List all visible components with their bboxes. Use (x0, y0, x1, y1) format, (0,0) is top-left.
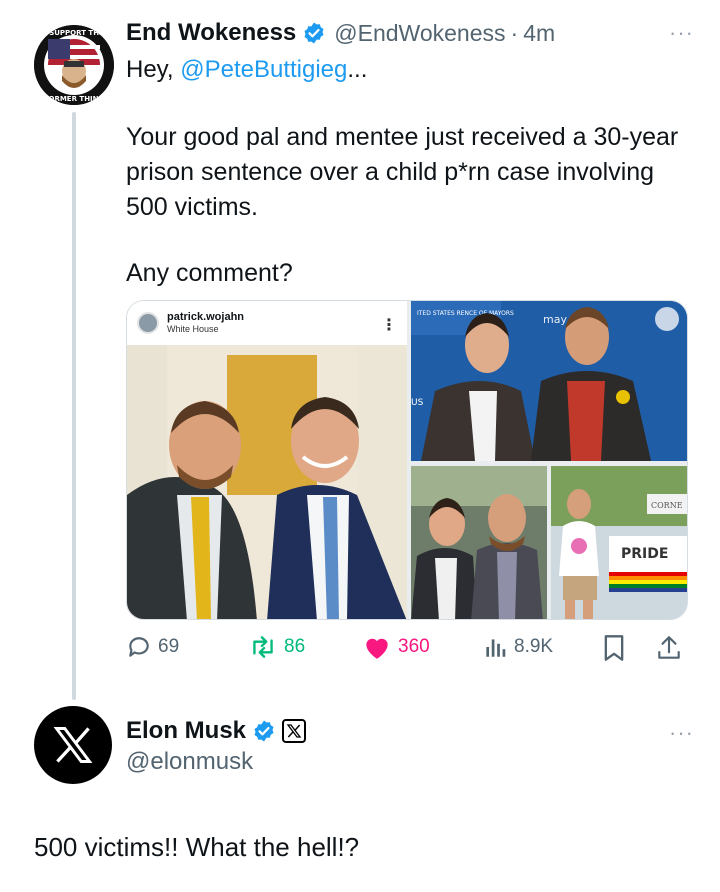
author-name[interactable]: End Wokeness (126, 19, 296, 47)
like-count: 360 (398, 636, 430, 657)
retweet-action[interactable]: 86 (248, 634, 305, 660)
banner-side-text: US (411, 398, 424, 408)
media-photo-bottom-right[interactable]: CORNE PRIDE (551, 466, 687, 619)
author-handle[interactable]: @EndWokeness (334, 20, 505, 47)
greeting-prefix: Hey, (126, 56, 181, 83)
photo-mayors-conference: ITED STATES RENCE OF MAYORS may US (411, 301, 687, 461)
reply-author-avatar[interactable] (34, 706, 112, 784)
tweet-actions: 69 86 360 8.9K (126, 634, 688, 666)
instagram-avatar (137, 312, 159, 334)
corner-sign-text: CORNE (651, 501, 683, 510)
verified-badge-icon[interactable] (252, 719, 276, 743)
tweet-time[interactable]: 4m (523, 20, 555, 47)
heart-icon (366, 638, 388, 659)
reply-icon (129, 637, 149, 657)
retweet-icon (253, 636, 273, 658)
verified-badge-icon[interactable] (302, 21, 326, 45)
x-logo-icon (53, 727, 93, 763)
avatar-text-top: I SUPPORT THE (44, 29, 104, 37)
tweet-header: End Wokeness @EndWokeness · 4m (126, 16, 555, 50)
affiliate-x-badge-icon[interactable] (282, 719, 307, 743)
reply-header: Elon Musk (126, 714, 307, 748)
instagram-location: White House (167, 324, 219, 334)
banner-text: ITED STATES RENCE OF MAYORS (417, 310, 514, 317)
reply-body: 500 victims!! What the hell!? (34, 832, 360, 862)
tweet-question: Any comment? (126, 259, 293, 287)
bookmark-action[interactable] (602, 634, 632, 662)
author-avatar[interactable]: I SUPPORT THE FORMER THING (34, 25, 114, 105)
reply-more-options-icon[interactable]: ··· (669, 720, 694, 746)
bookmark-icon (604, 635, 624, 661)
instagram-post-header: patrick.wojahn White House (127, 301, 407, 345)
instagram-more-icon: ⋮ (381, 317, 397, 334)
tweet-greeting: Hey, @PeteButtigieg... (126, 56, 367, 84)
more-options-icon[interactable]: ··· (669, 20, 694, 46)
media-photo-top-right[interactable]: ITED STATES RENCE OF MAYORS may US (411, 301, 687, 461)
views-action[interactable]: 8.9K (482, 634, 553, 660)
tweet-body: Your good pal and mentee just received a… (126, 123, 679, 221)
header-separator: · (510, 19, 519, 46)
like-action[interactable]: 360 (362, 634, 430, 660)
reply-author-handle[interactable]: @elonmusk (126, 748, 253, 776)
share-action[interactable] (656, 634, 688, 662)
avatar-image: I SUPPORT THE FORMER THING (34, 25, 114, 105)
media-photo-main[interactable]: patrick.wojahn White House ⋮ (127, 301, 407, 619)
photo-two-men-white-house (127, 345, 407, 619)
media-photo-bottom-left[interactable] (411, 466, 547, 619)
share-icon (658, 636, 680, 659)
mention-link[interactable]: @PeteButtigieg (180, 56, 347, 83)
tweet-media-grid[interactable]: patrick.wojahn White House ⋮ ITED STATES… (126, 300, 688, 620)
avatar-text-bottom: FORMER THING (44, 95, 105, 103)
thread-connector-line (72, 112, 76, 700)
reply-action[interactable]: 69 (126, 634, 179, 660)
reply-count: 69 (158, 636, 180, 657)
reply-author-name[interactable]: Elon Musk (126, 717, 246, 745)
greeting-suffix: ... (347, 56, 368, 83)
banner-small-text: may (543, 313, 567, 326)
pride-sign-text: PRIDE (621, 546, 668, 562)
photo-two-men-outdoors (411, 466, 547, 619)
retweet-count: 86 (284, 636, 306, 657)
instagram-username: patrick.wojahn (167, 311, 245, 323)
views-chart-icon (486, 639, 506, 657)
photo-pride-event: CORNE PRIDE (551, 466, 687, 619)
views-count: 8.9K (514, 636, 554, 657)
